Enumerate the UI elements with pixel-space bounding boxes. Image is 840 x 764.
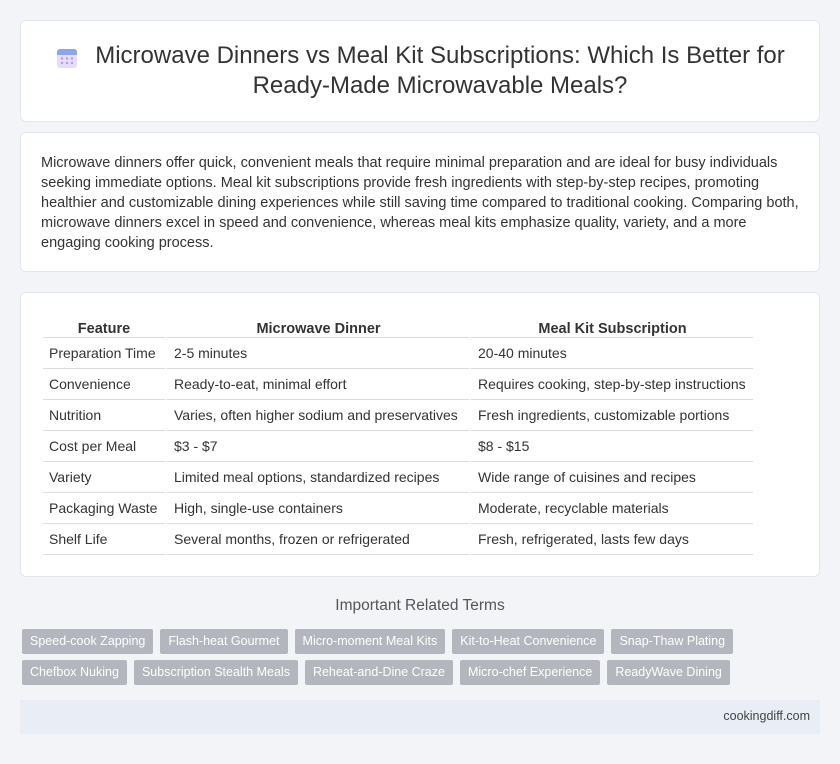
- related-term-tag[interactable]: Subscription Stealth Meals: [133, 660, 298, 685]
- feature-cell: Cost per Meal: [43, 431, 165, 462]
- footer-site-link[interactable]: cookingdiff.com: [723, 709, 810, 723]
- table-row: Cost per Meal $3 - $7 $8 - $15: [43, 431, 753, 462]
- table-header-row: Feature Microwave Dinner Meal Kit Subscr…: [43, 315, 753, 338]
- meal-kit-cell: Wide range of cuisines and recipes: [469, 462, 753, 493]
- summary-text: Microwave dinners offer quick, convenien…: [41, 155, 799, 251]
- meal-kit-cell: Moderate, recyclable materials: [469, 493, 753, 524]
- footer: cookingdiff.com: [20, 700, 820, 734]
- microwave-cell: Limited meal options, standardized recip…: [165, 462, 469, 493]
- table-row: Nutrition Varies, often higher sodium an…: [43, 400, 753, 431]
- table-row: Packaging Waste High, single-use contain…: [43, 493, 753, 524]
- header-meal-kit: Meal Kit Subscription: [469, 315, 753, 338]
- calendar-icon: [57, 49, 77, 68]
- feature-cell: Convenience: [43, 369, 165, 400]
- related-terms-list: Speed-cook Zapping Flash-heat Gourmet Mi…: [22, 629, 822, 685]
- title-wrap: Microwave Dinners vs Meal Kit Subscripti…: [21, 21, 819, 121]
- meal-kit-cell: $8 - $15: [469, 431, 753, 462]
- related-term-tag[interactable]: Reheat-and-Dine Craze: [304, 660, 453, 685]
- related-term-tag[interactable]: Chefbox Nuking: [22, 660, 127, 685]
- title-card: Microwave Dinners vs Meal Kit Subscripti…: [20, 20, 820, 122]
- related-term-tag[interactable]: Kit-to-Heat Convenience: [452, 629, 605, 654]
- header-microwave-dinner: Microwave Dinner: [165, 315, 469, 338]
- related-term-tag[interactable]: Flash-heat Gourmet: [160, 629, 288, 654]
- meal-kit-cell: Fresh ingredients, customizable portions: [469, 400, 753, 431]
- microwave-cell: Ready-to-eat, minimal effort: [165, 369, 469, 400]
- microwave-cell: $3 - $7: [165, 431, 469, 462]
- microwave-cell: 2-5 minutes: [165, 338, 469, 369]
- microwave-cell: Several months, frozen or refrigerated: [165, 524, 469, 555]
- table-row: Preparation Time 2-5 minutes 20-40 minut…: [43, 338, 753, 369]
- summary-card: Microwave dinners offer quick, convenien…: [20, 132, 820, 272]
- meal-kit-cell: Requires cooking, step-by-step instructi…: [469, 369, 753, 400]
- related-term-tag[interactable]: ReadyWave Dining: [607, 660, 730, 685]
- feature-cell: Packaging Waste: [43, 493, 165, 524]
- feature-cell: Shelf Life: [43, 524, 165, 555]
- table-row: Shelf Life Several months, frozen or ref…: [43, 524, 753, 555]
- meal-kit-cell: 20-40 minutes: [469, 338, 753, 369]
- page-title: Microwave Dinners vs Meal Kit Subscripti…: [95, 42, 785, 99]
- table-row: Variety Limited meal options, standardiz…: [43, 462, 753, 493]
- header-feature: Feature: [43, 315, 165, 338]
- related-term-tag[interactable]: Snap-Thaw Plating: [611, 629, 734, 654]
- comparison-card: Feature Microwave Dinner Meal Kit Subscr…: [20, 292, 820, 577]
- related-term-tag[interactable]: Micro-moment Meal Kits: [294, 629, 446, 654]
- meal-kit-cell: Fresh, refrigerated, lasts few days: [469, 524, 753, 555]
- related-term-tag[interactable]: Micro-chef Experience: [459, 660, 601, 685]
- table-row: Convenience Ready-to-eat, minimal effort…: [43, 369, 753, 400]
- comparison-table: Feature Microwave Dinner Meal Kit Subscr…: [43, 315, 753, 555]
- feature-cell: Preparation Time: [43, 338, 165, 369]
- microwave-cell: High, single-use containers: [165, 493, 469, 524]
- related-terms-heading: Important Related Terms: [335, 597, 505, 614]
- related-term-tag[interactable]: Speed-cook Zapping: [22, 629, 154, 654]
- microwave-cell: Varies, often higher sodium and preserva…: [165, 400, 469, 431]
- feature-cell: Variety: [43, 462, 165, 493]
- feature-cell: Nutrition: [43, 400, 165, 431]
